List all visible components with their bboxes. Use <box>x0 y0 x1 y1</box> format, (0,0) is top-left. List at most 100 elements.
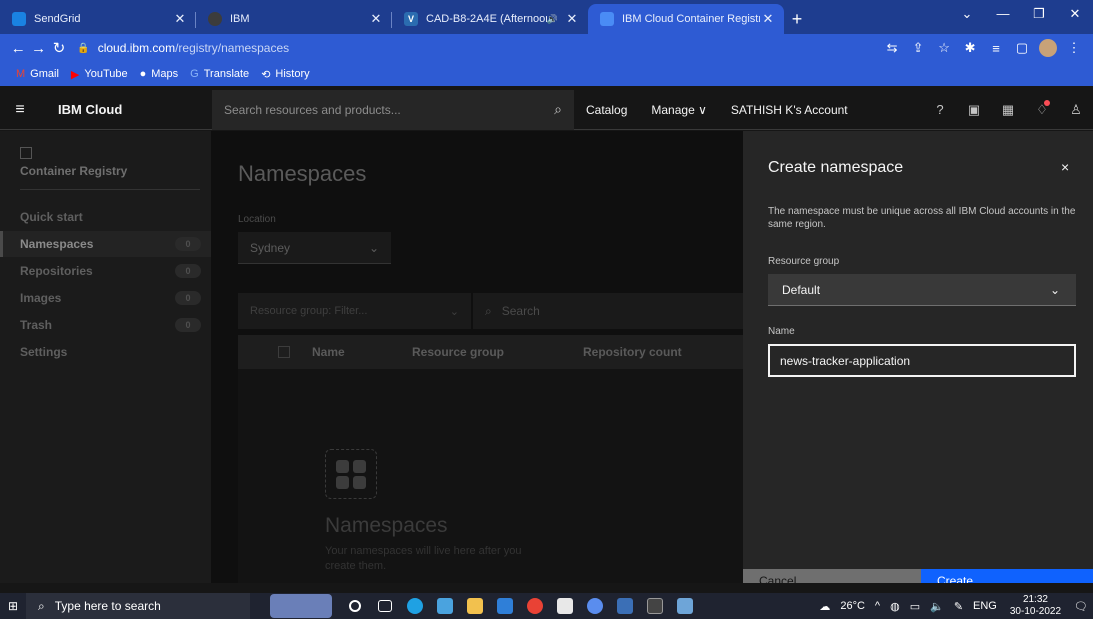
count-badge: 0 <box>175 291 201 305</box>
hamburger-menu-icon[interactable]: ≡ <box>0 101 40 119</box>
browser-tab[interactable]: IBM ✕ <box>196 4 392 34</box>
manage-menu[interactable]: Manage ∨ <box>639 103 718 117</box>
mail-icon[interactable] <box>490 593 520 619</box>
volume-icon[interactable]: 🔈 <box>930 600 944 613</box>
share-icon[interactable]: ⇪ <box>905 40 931 56</box>
side-panel-icon[interactable]: ▢ <box>1009 40 1035 56</box>
sidebar-item-images[interactable]: Images 0 <box>0 285 211 311</box>
new-tab-button[interactable]: + <box>784 4 810 34</box>
browser-tab[interactable]: V CAD-B8-2A4E (Afternoon Se 🔊 ✕ <box>392 4 588 34</box>
close-icon[interactable]: × <box>1061 159 1069 175</box>
bookmark-history[interactable]: ⟲ History <box>261 68 309 81</box>
column-header-repository-count[interactable]: Repository count <box>583 345 682 359</box>
resource-group-select[interactable]: Default ⌄ <box>768 274 1076 306</box>
pen-icon[interactable]: ✎ <box>954 600 963 613</box>
bookmark-maps[interactable]: ● Maps <box>140 68 179 80</box>
profile-avatar[interactable] <box>1039 39 1058 57</box>
network-icon[interactable]: ◍ <box>890 600 900 613</box>
close-tab-icon[interactable]: ✕ <box>760 11 776 27</box>
sidebar-item-quick-start[interactable]: Quick start <box>0 204 211 230</box>
windows-start-icon[interactable]: ⊞ <box>0 599 26 613</box>
chevron-up-icon[interactable]: ^ <box>875 600 880 612</box>
ibm-favicon-icon <box>208 12 222 26</box>
bookmark-youtube[interactable]: ▶ YouTube <box>71 68 128 81</box>
chrome-icon[interactable] <box>520 593 550 619</box>
cancel-button[interactable]: Cancel <box>743 569 921 583</box>
app-window-icon[interactable] <box>670 593 700 619</box>
reload-icon[interactable]: ↻ <box>49 39 69 57</box>
translate-page-icon[interactable]: ⇆ <box>879 40 905 56</box>
youtube-icon: ▶ <box>70 68 80 81</box>
store-icon[interactable] <box>430 593 460 619</box>
close-tab-icon[interactable]: ✕ <box>172 11 188 27</box>
namespace-name-input[interactable] <box>768 344 1076 377</box>
sidebar-item-repositories[interactable]: Repositories 0 <box>0 258 211 284</box>
sidebar-item-namespaces[interactable]: Namespaces 0 <box>0 231 211 257</box>
language-indicator[interactable]: ENG <box>973 600 997 612</box>
restore-icon[interactable]: ❐ <box>1021 0 1057 28</box>
sidebar-item-settings[interactable]: Settings <box>0 339 211 365</box>
bookmark-gmail[interactable]: M Gmail <box>16 68 59 80</box>
taskbar-search[interactable]: ⌕ Type here to search <box>26 593 250 619</box>
app-icon-ks[interactable] <box>550 593 580 619</box>
extensions-icon[interactable]: ✱ <box>957 40 983 56</box>
sidebar-item-trash[interactable]: Trash 0 <box>0 312 211 338</box>
weather-text[interactable]: 26°C <box>840 600 865 612</box>
task-view-icon[interactable] <box>370 593 400 619</box>
forward-icon[interactable]: → <box>28 40 48 57</box>
location-dropdown[interactable]: Sydney ⌄ <box>238 232 391 264</box>
column-header-name[interactable]: Name <box>312 345 412 359</box>
global-search-input[interactable]: Search resources and products... <box>224 103 554 117</box>
tab-title: CAD-B8-2A4E (Afternoon Se <box>426 13 547 25</box>
clock[interactable]: 21:32 30-10-2022 <box>1010 594 1061 618</box>
resource-group-label: Resource group <box>768 256 840 267</box>
help-icon[interactable]: ? <box>923 102 957 118</box>
location-label: Location <box>238 214 276 225</box>
browser-tab[interactable]: SendGrid ✕ <box>0 4 196 34</box>
browser-tab-active[interactable]: IBM Cloud Container Registry - N ✕ <box>588 4 784 34</box>
panel-description: The namespace must be unique across all … <box>768 206 1076 230</box>
ibm-cloud-brand[interactable]: IBM Cloud <box>40 102 212 117</box>
tab-search-icon[interactable]: ⌄ <box>949 0 985 28</box>
url-field[interactable]: 🔒 cloud.ibm.com/registry/namespaces <box>77 37 879 59</box>
column-header-resource-group[interactable]: Resource group <box>412 345 583 359</box>
main-content-overlay: Namespaces Location Sydney ⌄ Resource gro… <box>211 131 743 583</box>
notifications-icon[interactable]: ♢ <box>1025 99 1059 118</box>
reading-list-icon[interactable]: ≡ <box>983 41 1009 56</box>
bookmark-star-icon[interactable]: ☆ <box>931 40 957 56</box>
notification-center-icon[interactable]: 🗨 <box>1074 600 1088 613</box>
bookmarks-bar: M Gmail ▶ YouTube ● Maps G Translate ⟲ Histor… <box>0 62 1093 86</box>
vscode-icon[interactable] <box>610 593 640 619</box>
table-search[interactable]: ⌕ Search <box>473 293 743 329</box>
close-window-icon[interactable]: ✕ <box>1057 0 1093 28</box>
translate-icon: G <box>190 68 199 80</box>
battery-icon[interactable]: ▭ <box>910 600 920 613</box>
chrome-profile-icon[interactable] <box>580 593 610 619</box>
back-icon[interactable]: ← <box>8 40 28 57</box>
select-all-checkbox[interactable] <box>278 346 290 358</box>
resource-group-filter[interactable]: Resource group: Filter... ⌄ <box>238 293 471 329</box>
file-explorer-icon[interactable] <box>460 593 490 619</box>
calculator-icon[interactable]: ▦ <box>991 102 1025 118</box>
count-badge: 0 <box>175 318 201 332</box>
minimize-icon[interactable]: — <box>985 0 1021 28</box>
global-search[interactable]: Search resources and products... ⌕ <box>212 89 574 130</box>
menu-kebab-icon[interactable]: ⋮ <box>1061 40 1087 56</box>
terminal-icon[interactable] <box>640 593 670 619</box>
cost-estimator-icon[interactable]: ▣ <box>957 102 991 118</box>
edge-icon[interactable] <box>400 593 430 619</box>
account-switcher[interactable]: SATHISH K's Account <box>719 103 860 117</box>
tab-title: IBM <box>230 13 250 25</box>
empty-state-text: Your namespaces will live here after you… <box>325 545 522 572</box>
close-tab-icon[interactable]: ✕ <box>564 11 580 27</box>
bookmark-translate[interactable]: G Translate <box>190 68 249 80</box>
create-button[interactable]: Create <box>921 569 1093 583</box>
weather-cloud-icon[interactable]: ☁ <box>819 600 830 613</box>
close-tab-icon[interactable]: ✕ <box>368 11 384 27</box>
search-icon[interactable]: ⌕ <box>554 101 562 118</box>
speaker-icon[interactable]: 🔊 <box>547 14 558 25</box>
cortana-icon[interactable] <box>340 593 370 619</box>
count-badge: 0 <box>175 237 201 251</box>
catalog-link[interactable]: Catalog <box>574 103 639 117</box>
user-profile-icon[interactable]: ♙ <box>1059 102 1093 118</box>
